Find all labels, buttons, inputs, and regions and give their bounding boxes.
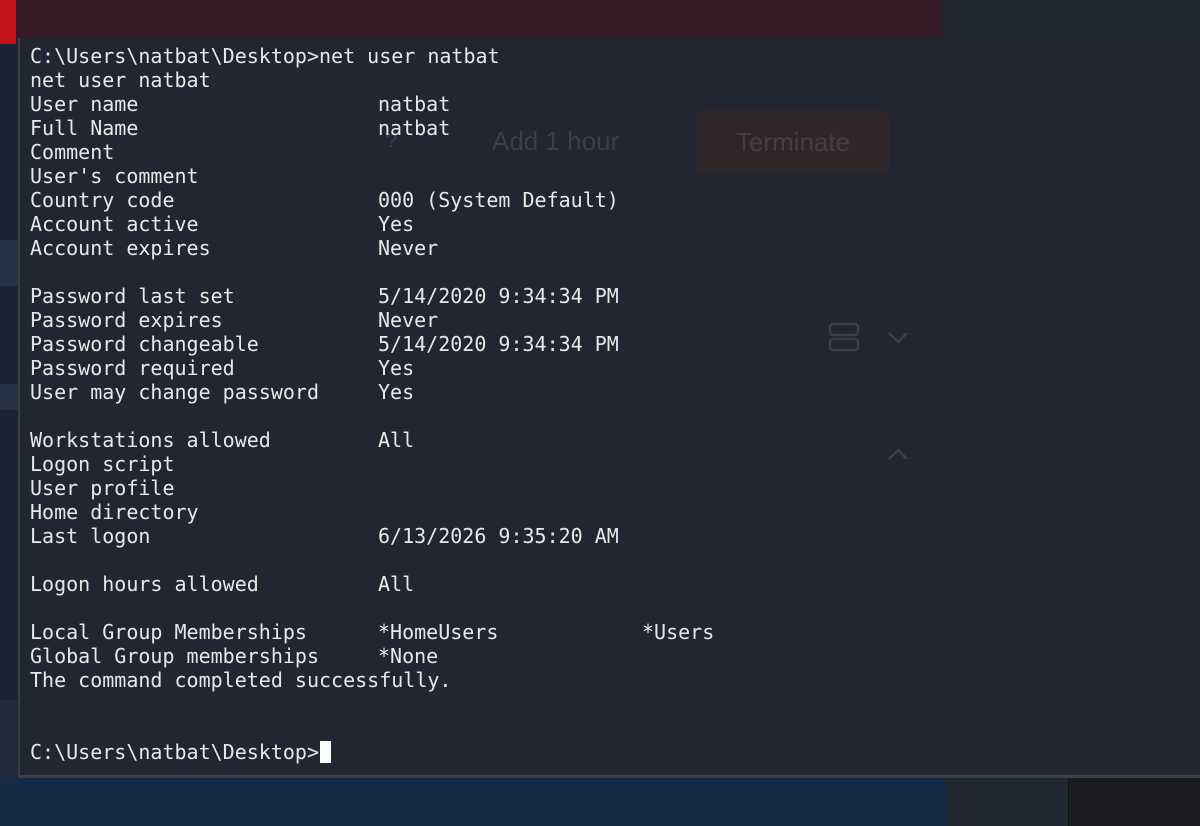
console-line-label: The command completed successfully. [30,668,452,692]
background-app-footer [0,778,945,826]
console-line-label: C:\Users\natbat\Desktop>net user natbat [30,44,500,68]
console-line-value: All [378,572,415,596]
console-line-label: Full Name [30,116,139,140]
console-line-label: Workstations allowed [30,428,271,452]
background-row [0,384,18,410]
console-line-label: Password changeable [30,332,259,356]
console-line-label: Logon script [30,452,175,476]
console-line-label: Account expires [30,236,211,260]
console-line-value: 6/13/2026 9:35:20 AM [378,524,619,548]
console-line-label: net user natbat [30,68,211,92]
background-chevron-down-icon [888,332,908,344]
console-line-value: All [378,428,415,452]
background-terminate-button: Terminate [696,110,890,174]
console-line-value: Never [378,236,439,260]
console-line-label: Global Group memberships [30,644,319,668]
console-line-label: Password last set [30,284,235,308]
console-line-label: User profile [30,476,175,500]
background-chevron-up-icon [888,448,908,460]
console-line-extra: *Users [642,620,715,644]
console-line-value: 000 (System Default) [378,188,619,212]
prompt-text: C:\Users\natbat\Desktop> [30,740,319,764]
background-add-hour-button: Add 1 hour [492,126,620,156]
console-line-label: User name [30,92,139,116]
console-line-value: *HomeUsers [378,620,499,644]
console-line-value: 5/14/2020 9:34:34 PM [378,332,619,356]
console-line-label: Logon hours allowed [30,572,259,596]
console-line-value: Never [378,308,439,332]
console-line-label: Local Group Memberships [30,620,307,644]
console-line-label: Home directory [30,500,199,524]
console-line-value: *None [378,644,439,668]
console-line-label: Last logon [30,524,151,548]
background-list-icon [828,322,860,352]
console-line-value: natbat [378,92,451,116]
console-line-value: natbat [378,116,451,140]
console-line-label: User's comment [30,164,199,188]
console-line-label: Password expires [30,308,223,332]
console-line-value: Yes [378,380,415,404]
console-line-value: Yes [378,212,415,236]
command-prompt-window[interactable]: ? Add 1 hour Terminate C:\Users\natbat\D… [18,38,1200,778]
background-app-thumbnail [1068,778,1200,826]
console-line-label: Comment [30,140,115,164]
console-line-label: Country code [30,188,175,212]
console-line-label: Password required [30,356,235,380]
text-cursor [319,741,331,763]
console-line-value: Yes [378,356,415,380]
console-line-label: User may change password [30,380,319,404]
command-prompt-line[interactable]: C:\Users\natbat\Desktop> [30,740,331,764]
console-line-value: 5/14/2020 9:34:34 PM [378,284,619,308]
background-row [0,700,18,778]
console-line-label: Account active [30,212,199,236]
background-app-brand-accent [0,0,16,44]
background-row [0,240,18,286]
desktop: ending ral ? Add 1 hour Terminate C:\Use… [0,0,1200,826]
